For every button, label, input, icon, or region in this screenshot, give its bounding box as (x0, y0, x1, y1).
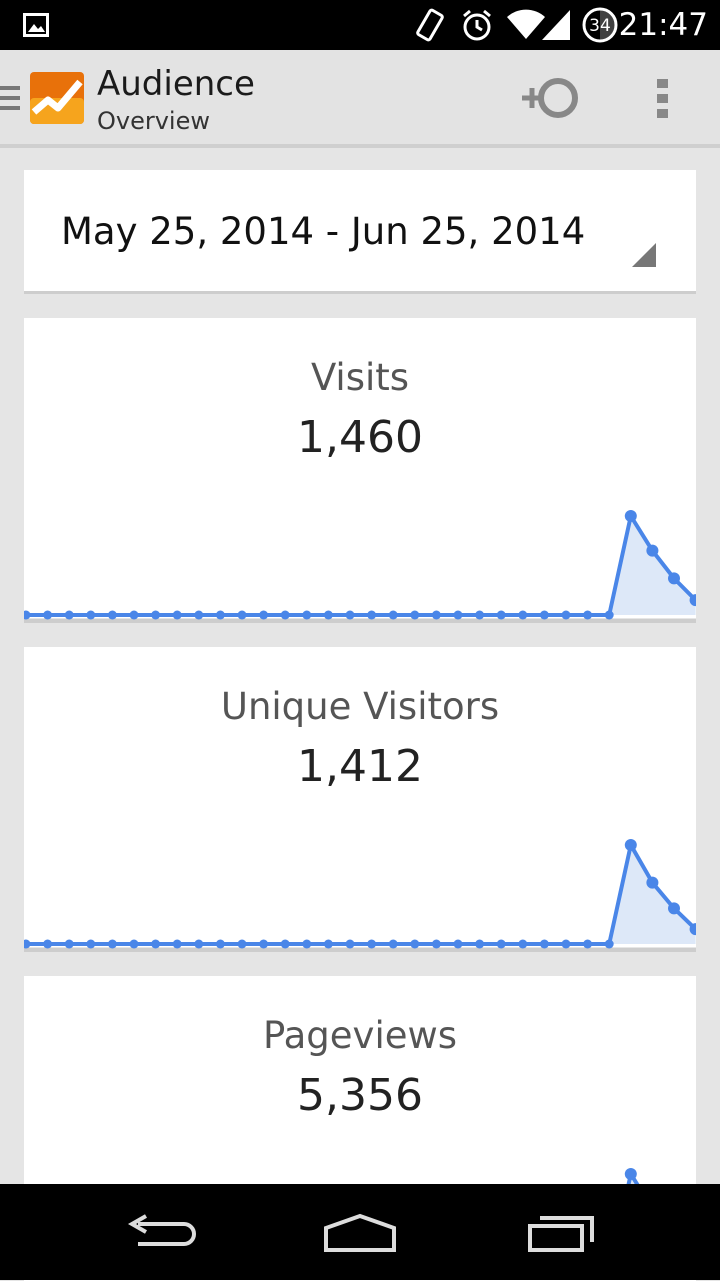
back-icon[interactable] (124, 1214, 196, 1254)
sparkline-point (646, 876, 659, 889)
sparkline-point (475, 939, 485, 949)
sparkline-point (453, 610, 463, 620)
sparkline-point (194, 610, 204, 620)
vibrate-icon (416, 8, 444, 42)
image-notification-icon (23, 13, 49, 37)
analytics-logo-icon[interactable] (30, 72, 84, 124)
sparkline-point (624, 510, 637, 522)
sparkline-point (646, 544, 659, 557)
sparkline-line (26, 514, 696, 617)
sparkline-point (259, 610, 269, 620)
sparkline-point (388, 610, 398, 620)
navigation-bar (0, 1184, 720, 1280)
sparkline-point (604, 610, 614, 620)
alarm-icon (463, 9, 491, 41)
sparkline-point (43, 939, 53, 949)
sparkline-point (86, 610, 96, 620)
sparkline-line (26, 843, 696, 946)
sparkline-point (496, 610, 506, 620)
sparkline-point (237, 610, 247, 620)
sparkline-point (345, 610, 355, 620)
sparkline-point (431, 610, 441, 620)
sparkline-point (172, 610, 182, 620)
sparkline-point (215, 939, 225, 949)
sparkline-point (518, 939, 528, 949)
sparkline-point (453, 939, 463, 949)
metric-card-unique-visitors[interactable]: Unique Visitors 1,412 (24, 647, 696, 952)
status-bar: 34 21:47 (0, 0, 720, 50)
sparkline-point (259, 939, 269, 949)
sparkline-point (583, 610, 593, 620)
sparkline-point (583, 939, 593, 949)
metric-value: 5,356 (297, 1070, 423, 1121)
sparkline-point (668, 902, 680, 915)
sparkline-point (496, 939, 506, 949)
date-range-selector[interactable]: May 25, 2014 - Jun 25, 2014 (24, 170, 696, 294)
add-segment-icon[interactable] (520, 74, 584, 122)
metric-label: Pageviews (262, 1014, 458, 1057)
home-icon[interactable] (322, 1212, 398, 1254)
sparkline-area (26, 516, 696, 615)
date-range-label: May 25, 2014 - Jun 25, 2014 (61, 210, 586, 253)
sparkline-point (302, 939, 312, 949)
sparkline-point (64, 610, 74, 620)
sparkline-point (280, 939, 290, 949)
sparkline-point (43, 610, 53, 620)
sparkline-point (367, 610, 377, 620)
dropdown-corner-icon (632, 243, 656, 267)
sparkline-point (561, 939, 571, 949)
drawer-menu-icon[interactable] (0, 84, 20, 112)
sparkline-point (539, 610, 549, 620)
sparkline-chart (24, 839, 696, 951)
svg-text:34: 34 (589, 16, 611, 36)
recent-apps-icon[interactable] (526, 1212, 598, 1254)
sparkline-point (64, 939, 74, 949)
sparkline-chart (24, 510, 696, 622)
sparkline-point (129, 610, 139, 620)
overflow-menu-icon[interactable] (656, 78, 670, 120)
metric-label: Visits (310, 356, 410, 399)
battery-icon: 34 (582, 7, 618, 43)
sparkline-point (367, 939, 377, 949)
sparkline-point (129, 939, 139, 949)
sparkline-point (24, 610, 31, 620)
sparkline-point (345, 939, 355, 949)
sparkline-point (410, 610, 420, 620)
metric-label: Unique Visitors (220, 685, 500, 728)
sparkline-point (107, 610, 117, 620)
sparkline-point (431, 939, 441, 949)
sparkline-point (410, 939, 420, 949)
sparkline-point (518, 610, 528, 620)
sparkline-point (280, 610, 290, 620)
sparkline-point (604, 939, 614, 949)
sparkline-point (388, 939, 398, 949)
sparkline-point (539, 939, 549, 949)
sparkline-point (24, 939, 31, 949)
page-title: Audience (97, 64, 255, 104)
status-clock: 21:47 (618, 7, 708, 43)
sparkline-point (475, 610, 485, 620)
metric-card-visits[interactable]: Visits 1,460 (24, 318, 696, 623)
sparkline-point (215, 610, 225, 620)
metric-value: 1,460 (297, 412, 423, 463)
sparkline-point (172, 939, 182, 949)
page-subtitle: Overview (97, 107, 210, 135)
sparkline-point (237, 939, 247, 949)
sparkline-point (194, 939, 204, 949)
sparkline-point (668, 572, 680, 585)
sparkline-area (26, 845, 696, 944)
sparkline-point (624, 1168, 637, 1180)
sparkline-point (323, 610, 333, 620)
sparkline-point (624, 839, 637, 851)
sparkline-point (107, 939, 117, 949)
metric-value: 1,412 (297, 741, 423, 792)
sparkline-point (323, 939, 333, 949)
sparkline-point (302, 610, 312, 620)
sparkline-point (151, 939, 161, 949)
sparkline-point (151, 610, 161, 620)
signal-icon (542, 10, 570, 40)
action-bar: Audience Overview (0, 50, 720, 148)
sparkline-point (86, 939, 96, 949)
sparkline-point (561, 610, 571, 620)
